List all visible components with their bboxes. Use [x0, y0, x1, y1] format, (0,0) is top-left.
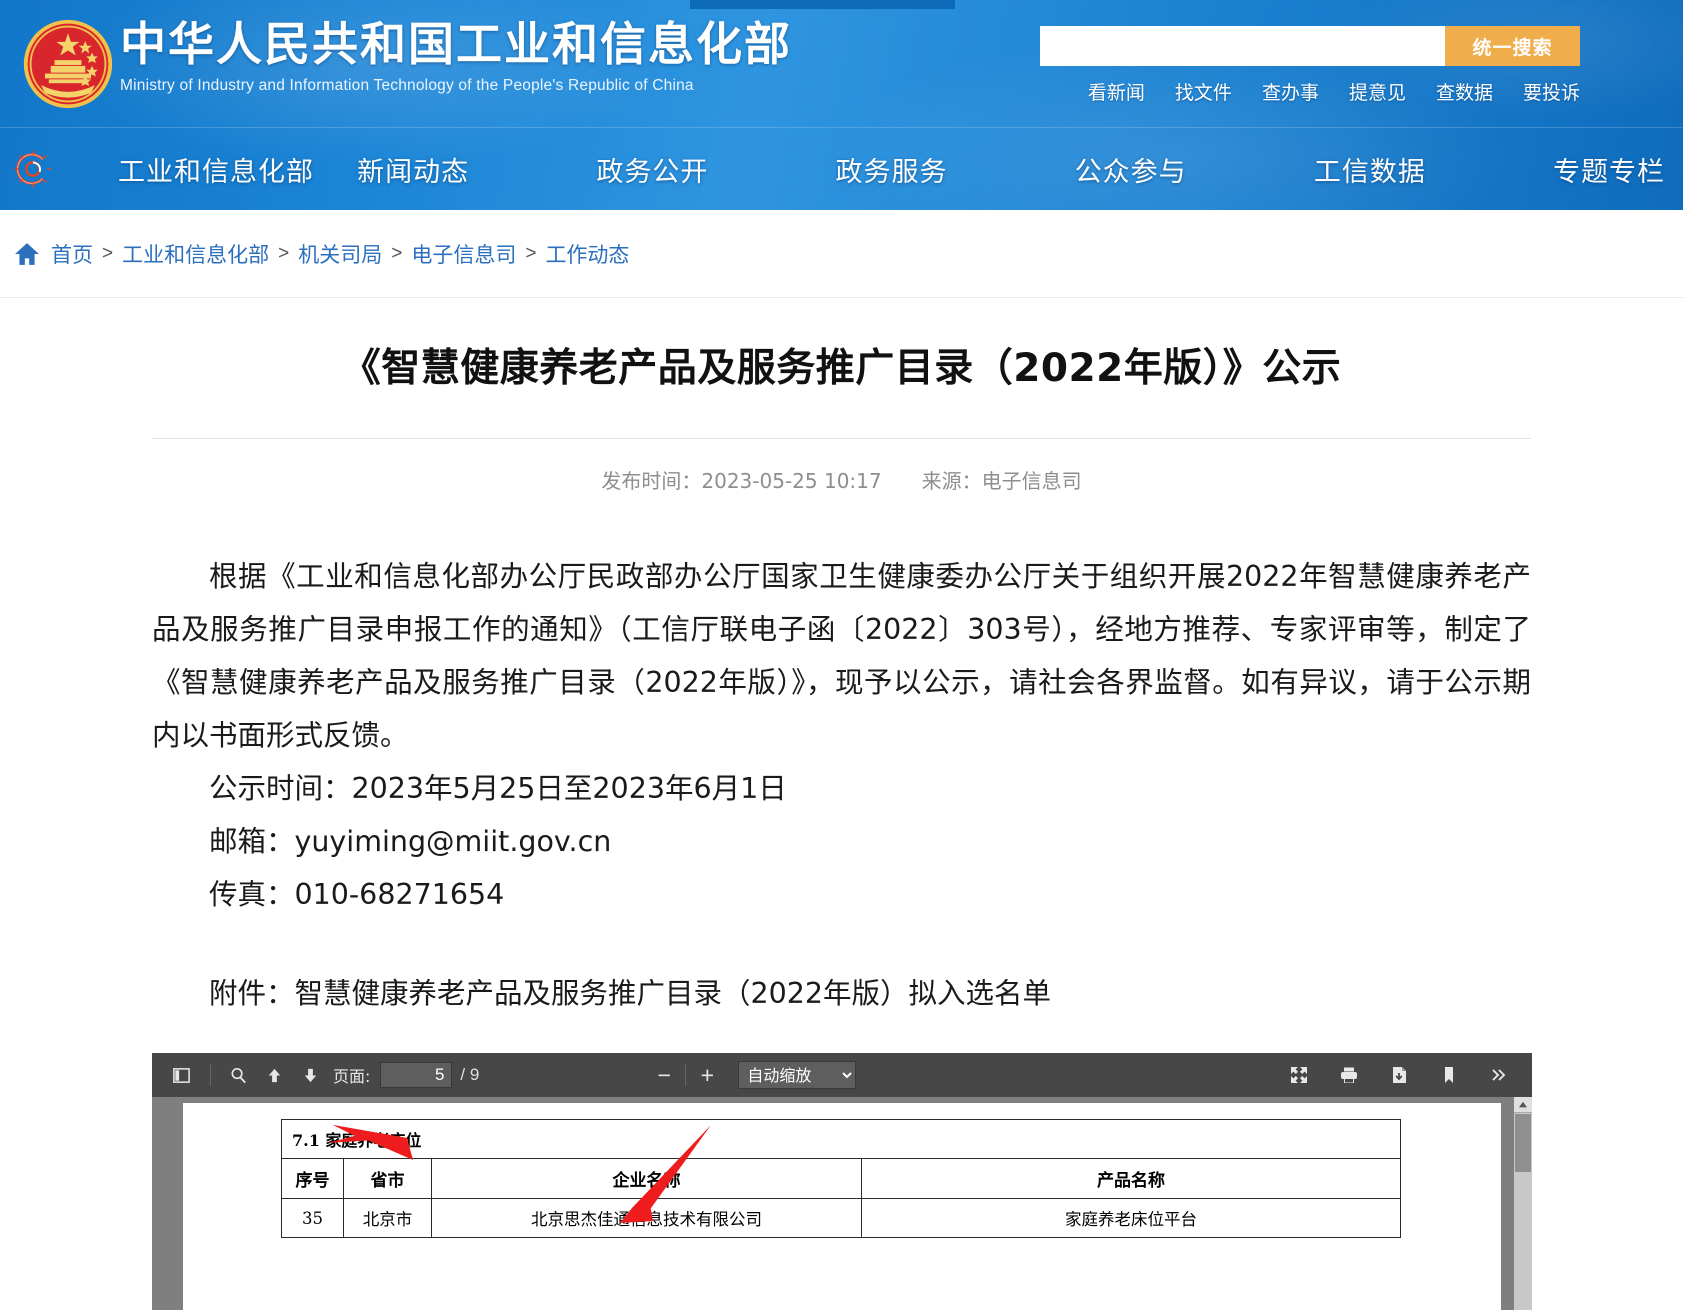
zoom-controls: − + 自动缩放 — [649, 1061, 856, 1089]
quick-link-documents[interactable]: 找文件 — [1175, 78, 1232, 105]
article: 《智慧健康养老产品及服务推广目录（2022年版）》公示 发布时间：2023-05… — [0, 298, 1683, 1020]
pdf-scrollbar[interactable] — [1514, 1097, 1532, 1310]
site-header: 中华人民共和国工业和信息化部 Ministry of Industry and … — [0, 0, 1683, 210]
column-header-product: 产品名称 — [862, 1159, 1401, 1199]
zoom-scale-select[interactable]: 自动缩放 — [738, 1061, 856, 1089]
main-navigation: 工业和信息化部 新闻动态 政务公开 政务服务 公众参与 工信数据 专题专栏 — [0, 127, 1683, 210]
quick-link-data[interactable]: 查数据 — [1436, 78, 1493, 105]
page-root: 中华人民共和国工业和信息化部 Ministry of Industry and … — [0, 0, 1683, 1310]
quick-link-complaint[interactable]: 要投诉 — [1523, 78, 1580, 105]
page-number-input[interactable]: 5 — [380, 1062, 452, 1088]
double-chevron-right-icon[interactable] — [1482, 1060, 1516, 1090]
pdf-viewer: 页面: 5 / 9 − + 自动缩放 — [152, 1053, 1532, 1310]
pdf-page-content: 7.1 家庭养老床位 序号 省市 企业名称 产品名称 35 北京市 北京思杰佳通… — [183, 1103, 1501, 1310]
nav-item-industry-data[interactable]: 工信数据 — [1314, 150, 1553, 189]
catalog-table: 7.1 家庭养老床位 序号 省市 企业名称 产品名称 35 北京市 北京思杰佳通… — [281, 1119, 1401, 1238]
nav-item-gov-service[interactable]: 政务服务 — [836, 150, 1075, 189]
search-icon[interactable] — [221, 1060, 255, 1090]
pdf-toolbar: 页面: 5 / 9 − + 自动缩放 — [152, 1053, 1532, 1097]
fullscreen-icon[interactable] — [1282, 1060, 1316, 1090]
miit-e-logo-icon — [10, 146, 56, 192]
cell-enterprise: 北京思杰佳通信息技术有限公司 — [432, 1199, 862, 1238]
toolbar-divider — [210, 1064, 211, 1086]
arrow-down-icon[interactable] — [293, 1060, 327, 1090]
header-quick-links: 看新闻 找文件 查办事 提意见 查数据 要投诉 — [1088, 78, 1580, 105]
breadcrumb-item-miit[interactable]: 工业和信息化部 — [122, 239, 269, 269]
ministry-title-block: 中华人民共和国工业和信息化部 Ministry of Industry and … — [120, 16, 792, 95]
scrollbar-thumb[interactable] — [1515, 1114, 1531, 1172]
printer-icon[interactable] — [1332, 1060, 1366, 1090]
nav-item-gov-open[interactable]: 政务公开 — [596, 150, 835, 189]
breadcrumb: 首页 > 工业和信息化部 > 机关司局 > 电子信息司 > 工作动态 — [0, 210, 1683, 298]
publish-time-value: 2023-05-25 10:17 — [701, 469, 881, 493]
nav-item-miit[interactable]: 工业和信息化部 — [118, 150, 357, 189]
table-header-row: 序号 省市 企业名称 产品名称 — [282, 1159, 1401, 1199]
email-line: 邮箱：yuyiming@miit.gov.cn — [152, 815, 1531, 868]
cell-no: 35 — [282, 1199, 344, 1238]
ministry-title-cn: 中华人民共和国工业和信息化部 — [120, 16, 792, 72]
source-value: 电子信息司 — [982, 469, 1082, 493]
page-label: 页面: — [333, 1063, 370, 1087]
cell-product: 家庭养老床位平台 — [862, 1199, 1401, 1238]
fax-line: 传真：010-68271654 — [152, 868, 1531, 921]
column-header-no: 序号 — [282, 1159, 344, 1199]
source-block: 来源：电子信息司 — [922, 465, 1082, 494]
arrow-up-icon[interactable] — [257, 1060, 291, 1090]
article-meta: 发布时间：2023-05-25 10:17 来源：电子信息司 — [152, 439, 1531, 494]
source-label: 来源： — [922, 469, 982, 493]
quick-link-feedback[interactable]: 提意见 — [1349, 78, 1406, 105]
search-input[interactable] — [1040, 26, 1445, 66]
sidebar-toggle-icon[interactable] — [164, 1060, 198, 1090]
page-total-label: / 9 — [460, 1065, 479, 1085]
notice-period-line: 公示时间：2023年5月25日至2023年6月1日 — [152, 762, 1531, 815]
publish-time-label: 发布时间： — [601, 469, 701, 493]
breadcrumb-separator: > — [278, 243, 289, 265]
article-body: 根据《工业和信息化部办公厅民政部办公厅国家卫生健康委办公厅关于组织开展2022年… — [152, 494, 1531, 1020]
column-header-province: 省市 — [344, 1159, 432, 1199]
article-title: 《智慧健康养老产品及服务推广目录（2022年版）》公示 — [152, 298, 1531, 438]
breadcrumb-separator: > — [391, 243, 402, 265]
article-paragraph-1: 根据《工业和信息化部办公厅民政部办公厅国家卫生健康委办公厅关于组织开展2022年… — [152, 550, 1531, 762]
bookmark-icon[interactable] — [1432, 1060, 1466, 1090]
zoom-divider — [685, 1064, 686, 1086]
nav-item-public-participation[interactable]: 公众参与 — [1075, 150, 1314, 189]
ministry-title-en: Ministry of Industry and Information Tec… — [120, 77, 792, 95]
site-search: 统一搜索 — [1040, 26, 1580, 66]
attachment-line: 附件：智慧健康养老产品及服务推广目录（2022年版）拟入选名单 — [152, 921, 1531, 1020]
cell-province: 北京市 — [344, 1199, 432, 1238]
breadcrumb-item-home[interactable]: 首页 — [51, 239, 93, 269]
nav-item-special-topics[interactable]: 专题专栏 — [1553, 150, 1665, 189]
section-title-cell: 7.1 家庭养老床位 — [282, 1120, 1401, 1159]
quick-link-services[interactable]: 查办事 — [1262, 78, 1319, 105]
nav-item-news[interactable]: 新闻动态 — [357, 150, 596, 189]
column-header-enterprise: 企业名称 — [432, 1159, 862, 1199]
zoom-out-button[interactable]: − — [649, 1061, 679, 1089]
download-icon[interactable] — [1382, 1060, 1416, 1090]
breadcrumb-separator: > — [102, 243, 113, 265]
table-section-row: 7.1 家庭养老床位 — [282, 1120, 1401, 1159]
quick-link-news[interactable]: 看新闻 — [1088, 78, 1145, 105]
table-row: 35 北京市 北京思杰佳通信息技术有限公司 家庭养老床位平台 — [282, 1199, 1401, 1238]
publish-time-block: 发布时间：2023-05-25 10:17 — [601, 465, 881, 494]
breadcrumb-separator: > — [525, 243, 536, 265]
unified-search-button[interactable]: 统一搜索 — [1445, 26, 1580, 66]
pdf-toolbar-right-group — [1282, 1060, 1518, 1090]
zoom-in-button[interactable]: + — [692, 1061, 722, 1089]
breadcrumb-item-electronic-info[interactable]: 电子信息司 — [411, 239, 516, 269]
scroll-up-arrow-icon[interactable] — [1514, 1097, 1532, 1113]
pdf-stage: 7.1 家庭养老床位 序号 省市 企业名称 产品名称 35 北京市 北京思杰佳通… — [152, 1097, 1532, 1310]
breadcrumb-item-work-updates[interactable]: 工作动态 — [545, 239, 629, 269]
home-icon — [14, 242, 40, 266]
breadcrumb-item-departments[interactable]: 机关司局 — [298, 239, 382, 269]
china-national-emblem-icon — [20, 16, 116, 112]
